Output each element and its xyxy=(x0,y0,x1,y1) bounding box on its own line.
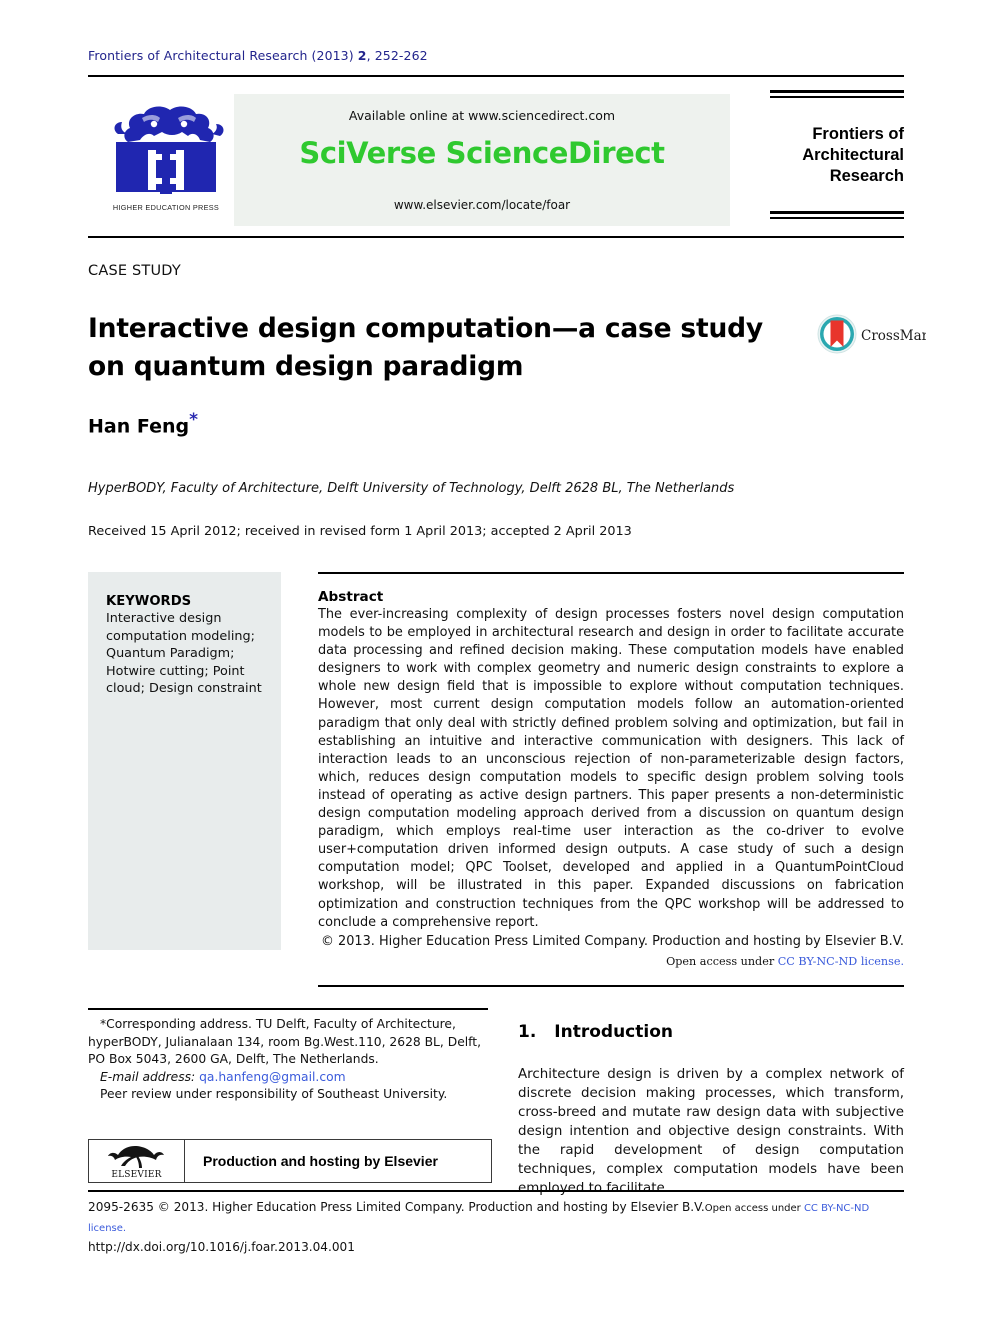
elsevier-hosting-box: ELSEVIER Production and hosting by Elsev… xyxy=(88,1139,492,1183)
abstract-panel: Abstract The ever-increasing complexity … xyxy=(318,572,904,987)
journal-locate-url: www.elsevier.com/locate/foar xyxy=(393,198,571,212)
journal-title-line-1: Frontiers of xyxy=(812,125,904,143)
crossmark-icon: CrossMark xyxy=(817,314,926,354)
page-title: Interactive design computation—a case st… xyxy=(88,313,763,382)
abstract-copyright: © 2013. Higher Education Press Limited C… xyxy=(321,933,904,949)
higher-education-press-logo: HIGHER EDUCATION PRESS xyxy=(96,98,236,222)
doi-link[interactable]: http://dx.doi.org/10.1016/j.foar.2013.04… xyxy=(88,1238,908,1256)
sciverse-sciencedirect-logo: SciVerse ScienceDirect xyxy=(299,136,665,170)
abstract-body: The ever-increasing complexity of design… xyxy=(318,607,904,930)
elsevier-wordmark: ELSEVIER xyxy=(111,1169,162,1180)
running-head-volume: 2 xyxy=(357,48,367,63)
journal-title-line-3: Research xyxy=(829,167,904,185)
introduction-heading: 1. Introduction xyxy=(518,1022,673,1042)
section-number: 1. xyxy=(518,1022,537,1042)
keywords-list: Interactive design computation modeling;… xyxy=(106,611,262,697)
introduction-paragraph: Architecture design is driven by a compl… xyxy=(518,1067,904,1196)
svg-text:CrossMark: CrossMark xyxy=(861,328,926,344)
author-label: Han Feng xyxy=(88,415,190,438)
footer-rule xyxy=(88,1190,904,1192)
abstract-rule-top xyxy=(318,572,904,574)
peer-review-note: Peer review under responsibility of Sout… xyxy=(100,1087,448,1102)
article-type-label: CASE STUDY xyxy=(88,263,181,279)
available-online-text: Available online at www.sciencedirect.co… xyxy=(348,108,616,123)
corresponding-address: *Corresponding address. TU Delft, Facult… xyxy=(88,1017,482,1067)
running-head: Frontiers of Architectural Research (201… xyxy=(88,48,428,63)
email-link[interactable]: qa.hanfeng@gmail.com xyxy=(199,1070,346,1084)
journal-title: Frontiers of Architectural Research xyxy=(770,124,904,187)
running-head-journal: Frontiers of Architectural Research (201… xyxy=(88,48,354,63)
elsevier-hosting-text: Production and hosting by Elsevier xyxy=(203,1153,438,1169)
abstract-open-access: Open access under CC BY-NC-ND license. xyxy=(318,955,904,968)
issn-copyright-line: 2095-2635 © 2013. Higher Education Press… xyxy=(88,1200,705,1214)
article-history: Received 15 April 2012; received in revi… xyxy=(88,524,632,539)
email-line: E-mail address: qa.hanfeng@gmail.com xyxy=(88,1069,492,1087)
abstract-heading: Abstract xyxy=(318,589,384,605)
journal-title-line-2: Architectural xyxy=(802,146,904,164)
running-head-pages: , 252-262 xyxy=(366,48,428,63)
paper-page: Frontiers of Architectural Research (201… xyxy=(0,0,992,1323)
cc-license-link[interactable]: CC BY-NC-ND license. xyxy=(778,955,904,968)
abstract-rule-bottom xyxy=(318,984,904,987)
footnote-rule xyxy=(88,1008,488,1010)
page-footer: 2095-2635 © 2013. Higher Education Press… xyxy=(88,1198,908,1256)
open-access-prefix: Open access under xyxy=(666,954,778,968)
elsevier-tree-icon xyxy=(107,1145,164,1168)
journal-title-block: Frontiers of Architectural Research xyxy=(770,90,904,230)
author-corresponding-marker: * xyxy=(189,410,198,430)
elsevier-logo: ELSEVIER xyxy=(89,1140,185,1182)
masthead: HIGHER EDUCATION PRESS Available online … xyxy=(88,90,904,230)
masthead-bottom-rule xyxy=(88,236,904,238)
crossmark-badge[interactable]: CrossMark xyxy=(816,311,926,357)
hep-dragon-book-icon xyxy=(114,106,224,194)
section-title: Introduction xyxy=(554,1022,673,1042)
keywords-panel: KEYWORDS Interactive design computation … xyxy=(88,572,281,950)
keywords-heading: KEYWORDS xyxy=(106,594,192,609)
sciencedirect-banner: Available online at www.sciencedirect.co… xyxy=(234,94,730,226)
email-label: E-mail address: xyxy=(100,1069,196,1084)
journal-rule-bottom xyxy=(770,211,904,219)
header-rule xyxy=(88,75,904,77)
author-affiliation: HyperBODY, Faculty of Architecture, Delf… xyxy=(88,481,735,496)
footnote-block: *Corresponding address. TU Delft, Facult… xyxy=(88,1016,492,1104)
footer-open-access-prefix: Open access under xyxy=(704,1203,804,1214)
journal-rule-top xyxy=(770,90,904,98)
author-name: Han Feng* xyxy=(88,410,198,437)
hep-logo-caption: HIGHER EDUCATION PRESS xyxy=(112,203,220,212)
